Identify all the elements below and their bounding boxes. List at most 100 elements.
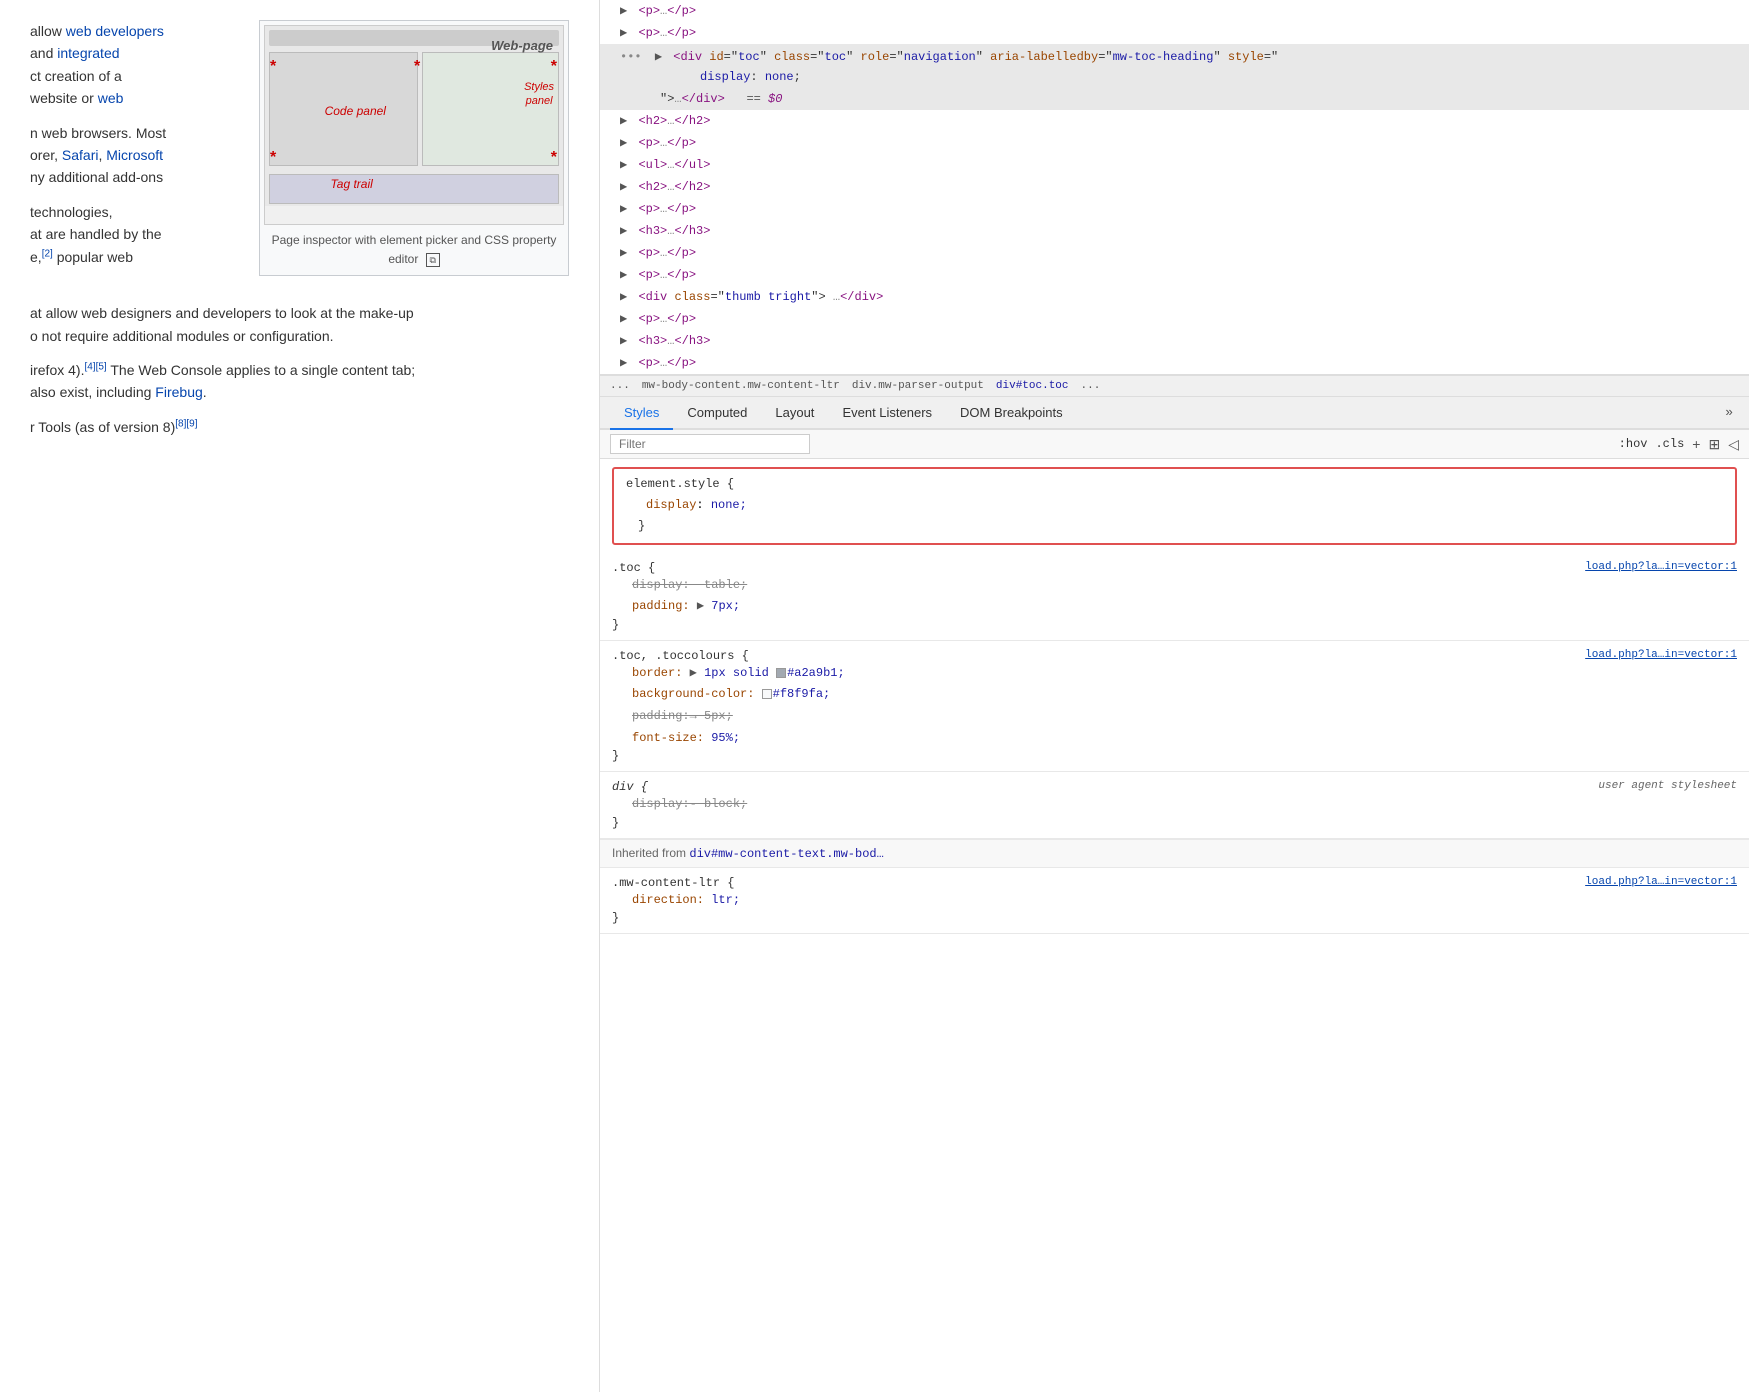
expand-arrow-p4[interactable]: ▶ <box>620 202 627 216</box>
html-line-div-end[interactable]: ">…</div> == $0 <box>600 88 1749 110</box>
pseudo-cls[interactable]: .cls <box>1655 437 1684 451</box>
element-style-close-brace: } <box>626 517 1723 535</box>
toc-bgcolor-prop[interactable]: background-color: #f8f9fa; <box>612 684 1737 706</box>
devtools-tabs-bar: Styles Computed Layout Event Listeners D… <box>600 397 1749 430</box>
devtools-breadcrumb: ... mw-body-content.mw-content-ltr div.m… <box>600 375 1749 397</box>
link-firebug[interactable]: Firebug <box>155 384 202 400</box>
div-ua-rule[interactable]: div { user agent stylesheet display:- bl… <box>600 772 1749 839</box>
article-para-5: irefox 4).[4][5] The Web Console applies… <box>30 359 569 404</box>
toc-toccolours-rule[interactable]: .toc, .toccolours { load.php?la…in=vecto… <box>600 641 1749 772</box>
html-line-p4[interactable]: ▶ <p>…</p> <box>600 198 1749 220</box>
tab-computed[interactable]: Computed <box>673 397 761 430</box>
asterisk-3: * <box>551 54 557 80</box>
html-line-p8[interactable]: ▶ <p>…</p> <box>600 352 1749 374</box>
bg-color-swatch <box>762 689 772 699</box>
html-tree[interactable]: ▶ <p>…</p> ▶ <p>…</p> ••• ▶ <div id="toc… <box>600 0 1749 375</box>
breadcrumb-dots-right[interactable]: ... <box>1081 380 1101 392</box>
toc-toccolours-selector: .toc, .toccolours { <box>612 649 749 663</box>
toc-padding-prop[interactable]: padding: ▶ 7px; <box>612 596 1737 618</box>
asterisk-2: * <box>414 54 420 80</box>
expand-arrow-h2-1[interactable]: ▶ <box>620 114 627 128</box>
toc-border-prop[interactable]: border: ▶ 1px solid #a2a9b1; <box>612 663 1737 685</box>
article-image-block: * * * * * Code panel Stylespanel Tag tra… <box>259 20 569 276</box>
html-line-div-thumb[interactable]: ▶ <div class="thumb tright"> …</div> <box>600 286 1749 308</box>
expand-arrow-p2[interactable]: ▶ <box>620 26 627 40</box>
mw-content-ltr-selector: .mw-content-ltr { <box>612 876 734 890</box>
article-para-4: at allow web designers and developers to… <box>30 302 569 347</box>
expand-arrow-div-toc[interactable]: ▶ <box>655 50 662 64</box>
expand-arrow-p6[interactable]: ▶ <box>620 268 627 282</box>
article-image: * * * * * Code panel Stylespanel Tag tra… <box>264 25 564 225</box>
toc-source-link[interactable]: load.php?la…in=vector:1 <box>1585 561 1737 575</box>
toc-fontsize-prop[interactable]: font-size: 95%; <box>612 728 1737 750</box>
expand-arrow-ul1[interactable]: ▶ <box>620 158 627 172</box>
html-line-p6[interactable]: ▶ <p>…</p> <box>600 264 1749 286</box>
expand-arrow-p7[interactable]: ▶ <box>620 312 627 326</box>
asterisk-1: * <box>270 54 276 80</box>
html-line-h2-1[interactable]: ▶ <h2>…</h2> <box>600 110 1749 132</box>
expand-arrow-div-thumb[interactable]: ▶ <box>620 290 627 304</box>
html-line-h3-1[interactable]: ▶ <h3>…</h3> <box>600 220 1749 242</box>
asterisk-4: * <box>270 145 276 171</box>
styles-filter-input[interactable] <box>610 434 810 454</box>
comment-dots: ••• <box>620 50 642 64</box>
expand-arrow-h3-1[interactable]: ▶ <box>620 224 627 238</box>
inherited-selector: div#mw-content-text.mw-bod… <box>689 847 883 861</box>
tab-more-button[interactable]: » <box>1719 397 1739 428</box>
element-style-display-prop[interactable]: display: none; <box>626 495 1723 517</box>
expand-arrow-h3-2[interactable]: ▶ <box>620 334 627 348</box>
html-line-p2[interactable]: ▶ <p>…</p> <box>600 22 1749 44</box>
toc-css-rule[interactable]: .toc { load.php?la…in=vector:1 display: … <box>600 553 1749 641</box>
tab-styles[interactable]: Styles <box>610 397 673 430</box>
link-web[interactable]: web <box>98 90 124 106</box>
inherited-from-label: Inherited from div#mw-content-text.mw-bo… <box>600 839 1749 868</box>
pseudo-hov[interactable]: :hov <box>1619 437 1648 451</box>
html-line-div-toc[interactable]: ••• ▶ <div id="toc" class="toc" role="na… <box>600 44 1749 66</box>
element-style-rule[interactable]: element.style { display: none; } <box>612 467 1737 545</box>
html-line-p7[interactable]: ▶ <p>…</p> <box>600 308 1749 330</box>
breadcrumb-dots-left[interactable]: ... <box>610 380 630 392</box>
expand-arrow-p3[interactable]: ▶ <box>620 136 627 150</box>
link-microsoft[interactable]: Microsoft <box>106 147 163 163</box>
expand-arrow-h2-2[interactable]: ▶ <box>620 180 627 194</box>
html-line-h3-2[interactable]: ▶ <h3>…</h3> <box>600 330 1749 352</box>
link-web-developers[interactable]: web developers <box>66 23 164 39</box>
border-color-swatch <box>776 668 786 678</box>
link-integrated[interactable]: integrated <box>57 45 119 61</box>
div-display-prop[interactable]: display:- block; <box>612 794 1737 816</box>
styles-css-panel[interactable]: element.style { display: none; } .toc { … <box>600 459 1749 1392</box>
div-ua-header: div { user agent stylesheet <box>612 780 1737 794</box>
code-panel-label: Code panel <box>325 102 386 121</box>
copy-styles-icon[interactable]: ⊞ <box>1708 436 1720 453</box>
breadcrumb-mw-body-content[interactable]: mw-body-content.mw-content-ltr <box>642 380 840 392</box>
expand-arrow-p5[interactable]: ▶ <box>620 246 627 260</box>
html-line-ul1[interactable]: ▶ <ul>…</ul> <box>600 154 1749 176</box>
expand-icon[interactable]: ⧉ <box>426 253 440 267</box>
add-rule-icon[interactable]: + <box>1692 436 1700 452</box>
expand-arrow-p8[interactable]: ▶ <box>620 356 627 370</box>
devtools-panel: ▶ <p>…</p> ▶ <p>…</p> ••• ▶ <div id="toc… <box>600 0 1749 1392</box>
tab-layout[interactable]: Layout <box>761 397 828 430</box>
html-line-p1[interactable]: ▶ <p>…</p> <box>600 0 1749 22</box>
toc-rule-header: .toc { load.php?la…in=vector:1 <box>612 561 1737 575</box>
breadcrumb-div-toc[interactable]: div#toc.toc <box>996 380 1069 392</box>
webpage-label: Web-page <box>491 36 553 57</box>
mw-content-ltr-direction-prop[interactable]: direction: ltr; <box>612 890 1737 912</box>
html-line-p5[interactable]: ▶ <p>…</p> <box>600 242 1749 264</box>
toc-padding2-prop[interactable]: padding:→ 5px; <box>612 706 1737 728</box>
link-safari[interactable]: Safari <box>62 147 99 163</box>
tab-dom-breakpoints[interactable]: DOM Breakpoints <box>946 397 1077 430</box>
toc-selector: .toc { <box>612 561 655 575</box>
toc-display-prop[interactable]: display: table; <box>612 575 1737 597</box>
html-line-h2-2[interactable]: ▶ <h2>…</h2> <box>600 176 1749 198</box>
toc-toccolours-source-link[interactable]: load.php?la…in=vector:1 <box>1585 649 1737 663</box>
mw-content-ltr-header: .mw-content-ltr { load.php?la…in=vector:… <box>612 876 1737 890</box>
html-line-p3[interactable]: ▶ <p>…</p> <box>600 132 1749 154</box>
refresh-icon[interactable]: ◁ <box>1728 436 1739 453</box>
mw-content-ltr-rule[interactable]: .mw-content-ltr { load.php?la…in=vector:… <box>600 868 1749 935</box>
div-ua-close-brace: } <box>612 816 1737 830</box>
breadcrumb-div-parser[interactable]: div.mw-parser-output <box>852 380 984 392</box>
expand-arrow-p1[interactable]: ▶ <box>620 4 627 18</box>
tab-event-listeners[interactable]: Event Listeners <box>828 397 946 430</box>
mw-content-ltr-source-link[interactable]: load.php?la…in=vector:1 <box>1585 876 1737 890</box>
